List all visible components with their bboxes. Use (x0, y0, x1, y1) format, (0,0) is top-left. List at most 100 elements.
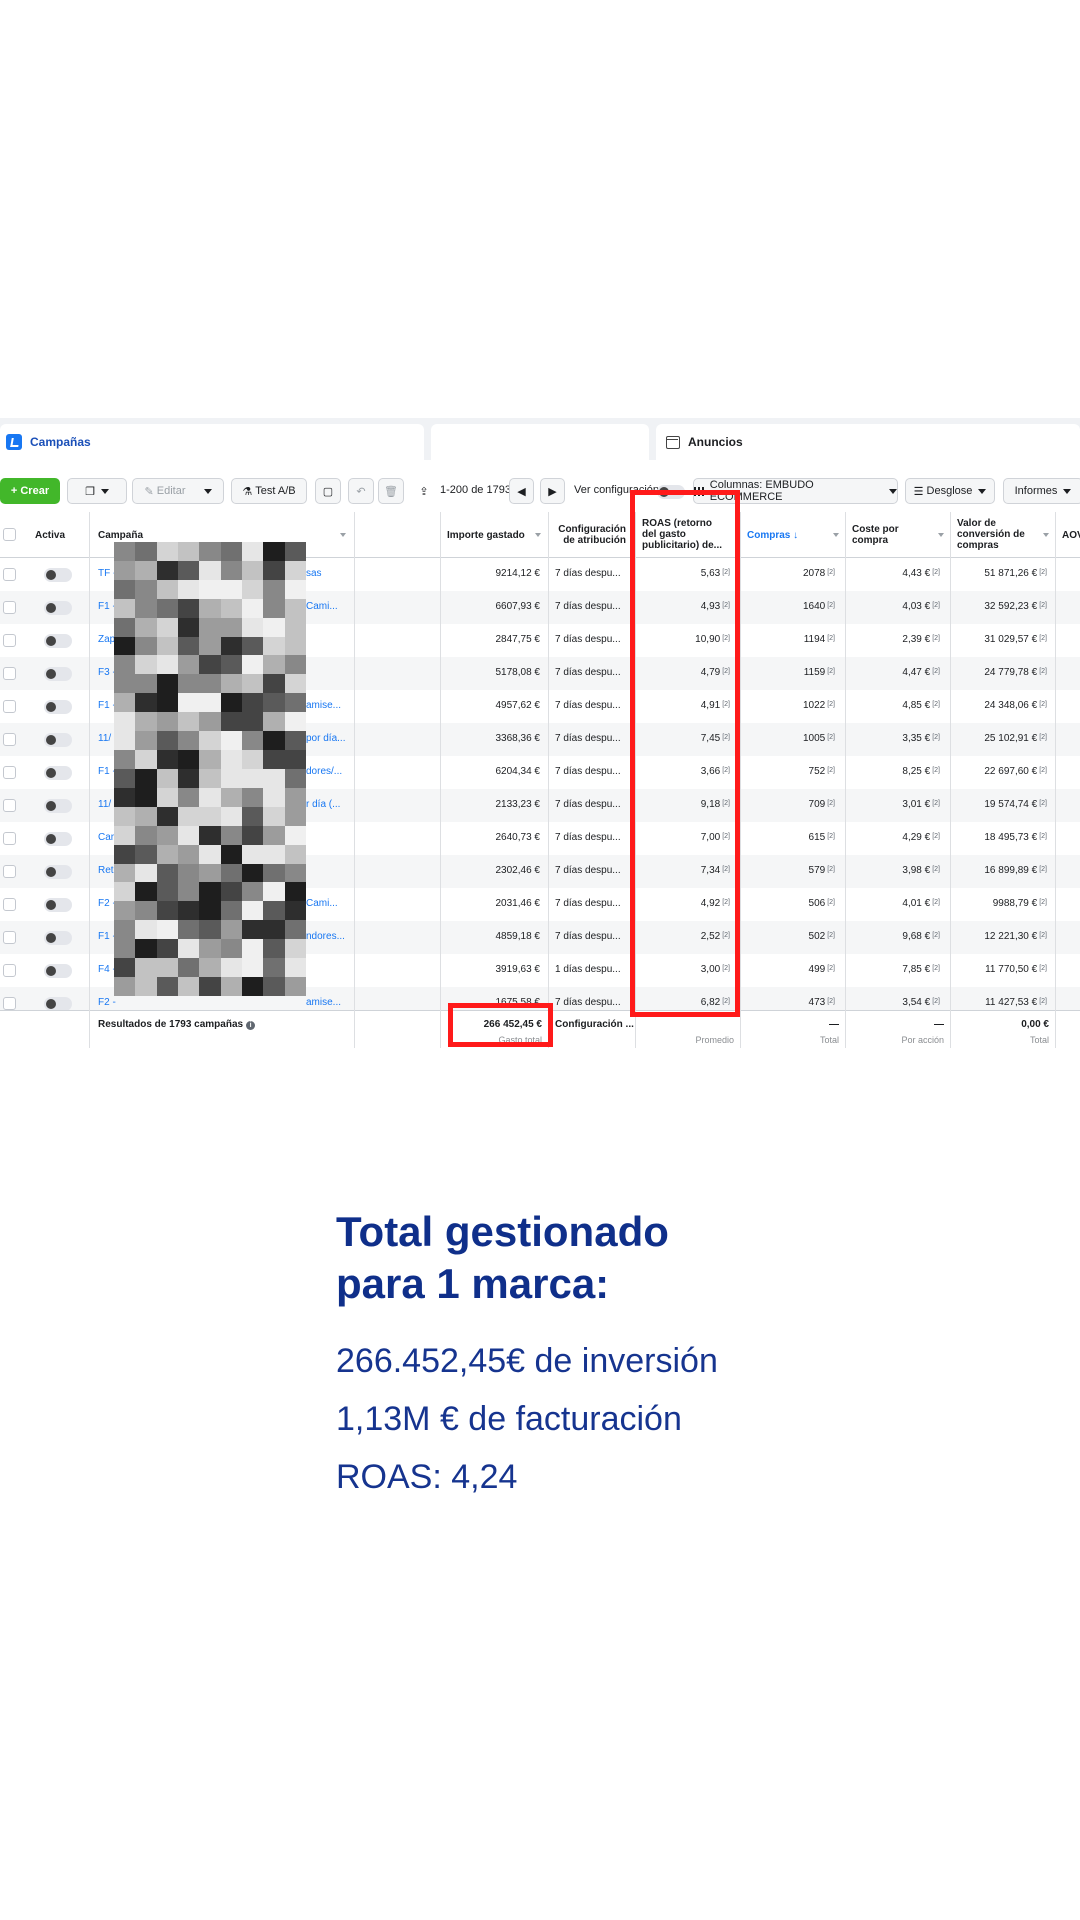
row-checkbox[interactable] (3, 997, 16, 1010)
campaign-name-prefix[interactable]: Ret (98, 865, 114, 876)
conversion-value: 51 871,26 € (984, 568, 1038, 579)
next-page-button[interactable]: ▶ (540, 478, 565, 504)
column-divider (845, 512, 846, 1048)
redaction-pixel (178, 882, 200, 902)
campaign-active-toggle[interactable] (44, 667, 72, 681)
cpp-value: 4,43 € (902, 568, 931, 579)
redaction-pixel (220, 731, 242, 751)
row-checkbox[interactable] (3, 634, 16, 647)
create-button[interactable]: + Crear (0, 478, 60, 504)
header-conversion-value[interactable]: Valor de conversión de compras (957, 518, 1025, 551)
redaction-pixel (242, 750, 264, 769)
column-divider (440, 512, 441, 1048)
row-checkbox[interactable] (3, 964, 16, 977)
campaign-active-toggle[interactable] (44, 799, 72, 813)
row-checkbox[interactable] (3, 931, 16, 944)
header-spent[interactable]: Importe gastado (447, 530, 525, 541)
row-checkbox[interactable] (3, 898, 16, 911)
edit-button[interactable]: ✎ Editar (132, 478, 224, 504)
campaign-name-suffix[interactable]: dores/... (306, 766, 342, 777)
campaign-name-suffix[interactable]: r día (... (306, 799, 340, 810)
campaign-name-prefix[interactable]: Car (98, 832, 114, 843)
header-attribution[interactable]: Configuración de atribución (556, 524, 626, 546)
conversion-value-cell: 32 592,23 € [2] (955, 601, 1047, 612)
campaign-name-prefix[interactable]: 11/ (98, 799, 111, 810)
row-checkbox[interactable] (3, 733, 16, 746)
redaction-pixel (178, 636, 200, 656)
export-button[interactable]: ⇪ (411, 478, 437, 504)
undo-button[interactable]: ↶ (348, 478, 374, 504)
row-checkbox[interactable] (3, 865, 16, 878)
redaction-pixel (135, 617, 157, 637)
delete-button[interactable]: 🗑 (378, 478, 404, 504)
breakdown-dropdown[interactable]: ☰ Desglose (905, 478, 995, 504)
row-checkbox[interactable] (3, 700, 16, 713)
campaign-name-suffix[interactable]: ndores... (306, 931, 345, 942)
campaign-active-toggle[interactable] (44, 865, 72, 879)
purchases-cell: 473 [2] (745, 997, 835, 1008)
duplicate-icon: ❐ (85, 485, 95, 498)
campaign-name-suffix[interactable]: amise... (306, 700, 341, 711)
attribution-cell: 7 días despu... (555, 766, 621, 777)
info-icon: [2] (827, 701, 835, 708)
campaign-name-suffix[interactable]: amise... (306, 997, 341, 1008)
select-all-checkbox[interactable] (3, 528, 16, 541)
flask-icon: ⚗ (242, 485, 256, 498)
row-checkbox[interactable] (3, 667, 16, 680)
ab-test-button[interactable]: ⚗ Test A/B (231, 478, 307, 504)
campaign-name-suffix[interactable]: sas (306, 568, 322, 579)
reports-dropdown[interactable]: Informes (1003, 478, 1080, 504)
header-aov[interactable]: AOV (1062, 530, 1080, 541)
footer-cpp-sub: Por acción (901, 1035, 944, 1045)
info-icon: [2] (827, 899, 835, 906)
campaign-name-suffix[interactable]: por día... (306, 733, 345, 744)
campaign-name-suffix[interactable]: Cami... (306, 898, 338, 909)
redaction-pixel (242, 977, 264, 996)
tab-campaigns[interactable]: Campañas (0, 424, 424, 460)
redaction-pixel (178, 920, 200, 940)
campaign-active-toggle[interactable] (44, 568, 72, 582)
column-divider (89, 512, 90, 1048)
campaign-active-toggle[interactable] (44, 832, 72, 846)
campaign-active-toggle[interactable] (44, 634, 72, 648)
redaction-pixel (178, 542, 200, 561)
info-icon[interactable]: i (246, 1021, 256, 1030)
previous-page-button[interactable]: ◀ (509, 478, 534, 504)
header-purchases[interactable]: Compras ↓ (747, 530, 798, 541)
redaction-pixel (178, 712, 200, 732)
campaign-name-suffix[interactable]: Cami... (306, 601, 338, 612)
redaction-pixel (178, 693, 200, 713)
header-cost-per-purchase[interactable]: Coste por compra (852, 524, 899, 546)
tab-ad-sets[interactable] (431, 424, 649, 460)
redaction-pixel (220, 674, 242, 694)
redaction-pixel (284, 674, 306, 694)
row-checkbox[interactable] (3, 766, 16, 779)
redaction-pixel (199, 579, 221, 599)
campaign-name-prefix[interactable]: F2 - (98, 997, 116, 1008)
redaction-pixel (156, 674, 178, 694)
campaign-active-toggle[interactable] (44, 931, 72, 945)
campaign-active-toggle[interactable] (44, 898, 72, 912)
campaign-active-toggle[interactable] (44, 766, 72, 780)
tab-ads[interactable]: Anuncios (656, 424, 1080, 460)
footer-value-sub: Total (1029, 1035, 1049, 1045)
duplicate-button[interactable]: ❐ (67, 478, 127, 504)
row-checkbox[interactable] (3, 799, 16, 812)
tab-bar: Campañas Anuncios (0, 418, 1080, 460)
row-checkbox[interactable] (3, 568, 16, 581)
redaction-pixel (114, 617, 136, 637)
campaign-active-toggle[interactable] (44, 733, 72, 747)
header-active[interactable]: Activa (35, 530, 65, 541)
campaign-active-toggle[interactable] (44, 997, 72, 1011)
campaign-active-toggle[interactable] (44, 700, 72, 714)
campaign-name-prefix[interactable]: 11/ (98, 733, 111, 744)
header-campaign[interactable]: Campaña (98, 530, 143, 541)
campaign-name-prefix[interactable]: Zap (98, 634, 115, 645)
row-checkbox[interactable] (3, 601, 16, 614)
spent-cell: 3368,36 € (495, 733, 541, 744)
clipboard-button[interactable]: ▢ (315, 478, 341, 504)
campaign-active-toggle[interactable] (44, 601, 72, 615)
redaction-pixel (199, 636, 221, 656)
campaign-active-toggle[interactable] (44, 964, 72, 978)
row-checkbox[interactable] (3, 832, 16, 845)
